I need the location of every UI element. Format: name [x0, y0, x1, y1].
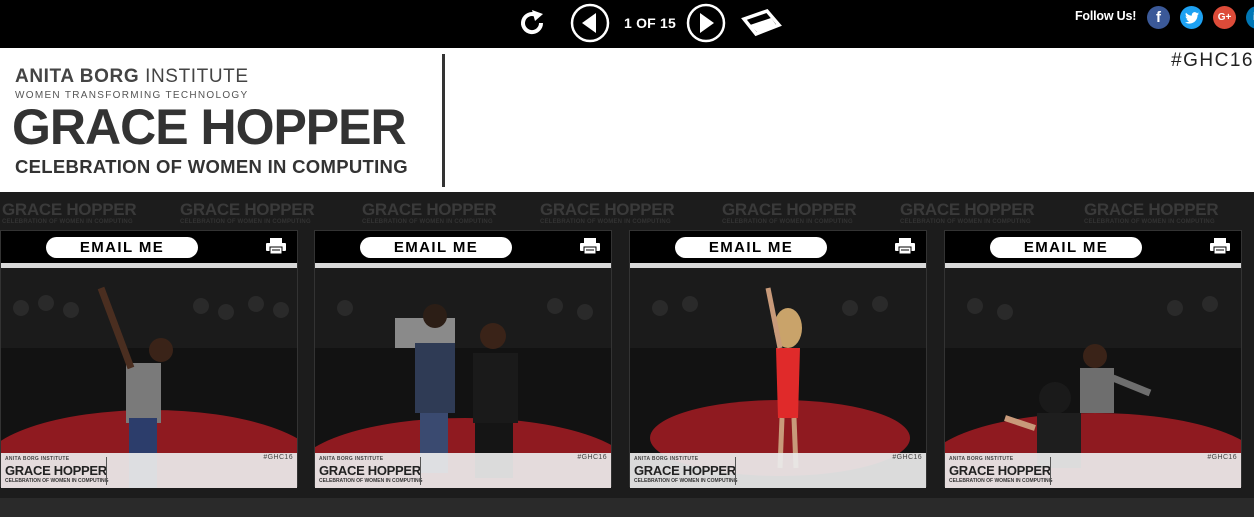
- watermark: GRACE HOPPER CELEBRATION OF WOMEN IN COMP…: [2, 200, 137, 225]
- printer-icon: [895, 238, 915, 255]
- photo-gallery: GRACE HOPPER CELEBRATION OF WOMEN IN COMP…: [0, 192, 1254, 517]
- facebook-icon: f: [1156, 9, 1161, 26]
- watermark: GRACE HOPPER CELEBRATION OF WOMEN IN COMP…: [540, 200, 675, 225]
- google-plus-share-button[interactable]: G+: [1213, 6, 1236, 29]
- photo-card-toolbar: EMAIL ME: [315, 231, 611, 263]
- print-button[interactable]: [1209, 237, 1231, 255]
- photo-branding-footer: ANITA BORG INSTITUTE GRACE HOPPER CELEBR…: [315, 453, 611, 488]
- refresh-button[interactable]: [514, 6, 550, 40]
- printer-icon: [1210, 238, 1230, 255]
- google-plus-icon: G+: [1217, 12, 1232, 23]
- linkedin-share-button[interactable]: in: [1246, 6, 1254, 29]
- email-me-button[interactable]: EMAIL ME: [46, 237, 198, 258]
- event-banner: ANITA BORG INSTITUTE WOMEN TRANSFORMING …: [0, 48, 1254, 192]
- event-photo[interactable]: ANITA BORG INSTITUTE GRACE HOPPER CELEBR…: [315, 268, 611, 488]
- event-photo[interactable]: ANITA BORG INSTITUTE GRACE HOPPER CELEBR…: [945, 268, 1241, 488]
- photo-card: EMAIL ME ANITA BORG INSTITUTE GRACE HOPP…: [0, 230, 298, 488]
- photos-stack-icon: [741, 8, 782, 37]
- organization-name: ANITA BORG INSTITUTE: [15, 66, 249, 87]
- twitter-share-button[interactable]: t: [1180, 6, 1203, 29]
- photo-card-toolbar: EMAIL ME: [630, 231, 926, 263]
- follow-us-label: Follow Us!: [1075, 9, 1137, 23]
- email-me-button[interactable]: EMAIL ME: [360, 237, 512, 258]
- event-photo[interactable]: ANITA BORG INSTITUTE GRACE HOPPER CELEBR…: [630, 268, 926, 488]
- event-subtitle: CELEBRATION OF WOMEN IN COMPUTING: [15, 156, 408, 177]
- watermark: GRACE HOPPER CELEBRATION OF WOMEN IN COMP…: [180, 200, 315, 225]
- arrow-left-icon: [570, 3, 610, 43]
- next-page-button[interactable]: [686, 3, 726, 43]
- watermark: GRACE HOPPER CELEBRATION OF WOMEN IN COMP…: [722, 200, 857, 225]
- viewer-toolbar: 1 OF 15 Follow Us! f t G+ in: [0, 0, 1254, 48]
- email-me-button[interactable]: EMAIL ME: [675, 237, 827, 258]
- banner-divider: [442, 54, 445, 187]
- refresh-icon: [521, 10, 544, 35]
- previous-page-button[interactable]: [570, 3, 610, 43]
- photo-card-toolbar: EMAIL ME: [945, 231, 1241, 263]
- watermark-strip: GRACE HOPPER CELEBRATION OF WOMEN IN COMP…: [0, 200, 1254, 230]
- photo-branding-footer: ANITA BORG INSTITUTE GRACE HOPPER CELEBR…: [1, 453, 297, 488]
- email-me-button[interactable]: EMAIL ME: [990, 237, 1142, 258]
- page-counter: 1 OF 15: [624, 15, 676, 31]
- printer-icon: [580, 238, 600, 255]
- event-title: GRACE HOPPER: [12, 99, 407, 155]
- print-button[interactable]: [265, 237, 287, 255]
- photo-branding-footer: ANITA BORG INSTITUTE GRACE HOPPER CELEBR…: [630, 453, 926, 488]
- photo-card: EMAIL ME ANITA BORG INSTITUTE GRACE HOPP…: [314, 230, 612, 488]
- twitter-icon: [1184, 11, 1199, 24]
- print-button[interactable]: [579, 237, 601, 255]
- watermark: GRACE HOPPER CELEBRATION OF WOMEN IN COMP…: [362, 200, 497, 225]
- print-button[interactable]: [894, 237, 916, 255]
- event-photo[interactable]: ANITA BORG INSTITUTE GRACE HOPPER CELEBR…: [1, 268, 297, 488]
- facebook-share-button[interactable]: f: [1147, 6, 1170, 29]
- printer-icon: [266, 238, 286, 255]
- gallery-bottom-strip: [0, 498, 1254, 517]
- event-hashtag: #GHC16: [1171, 50, 1254, 71]
- arrow-right-icon: [686, 3, 726, 43]
- slideshow-button[interactable]: [740, 6, 784, 40]
- watermark: GRACE HOPPER CELEBRATION OF WOMEN IN COMP…: [900, 200, 1035, 225]
- photo-card: EMAIL ME ANITA BORG INSTITUTE GRACE HOPP…: [944, 230, 1242, 488]
- photo-branding-footer: ANITA BORG INSTITUTE GRACE HOPPER CELEBR…: [945, 453, 1241, 488]
- photo-card: EMAIL ME ANITA BORG INSTITUTE GRACE HOPP…: [629, 230, 927, 488]
- photo-card-toolbar: EMAIL ME: [1, 231, 297, 263]
- watermark: GRACE HOPPER CELEBRATION OF WOMEN IN COMP…: [1084, 200, 1219, 225]
